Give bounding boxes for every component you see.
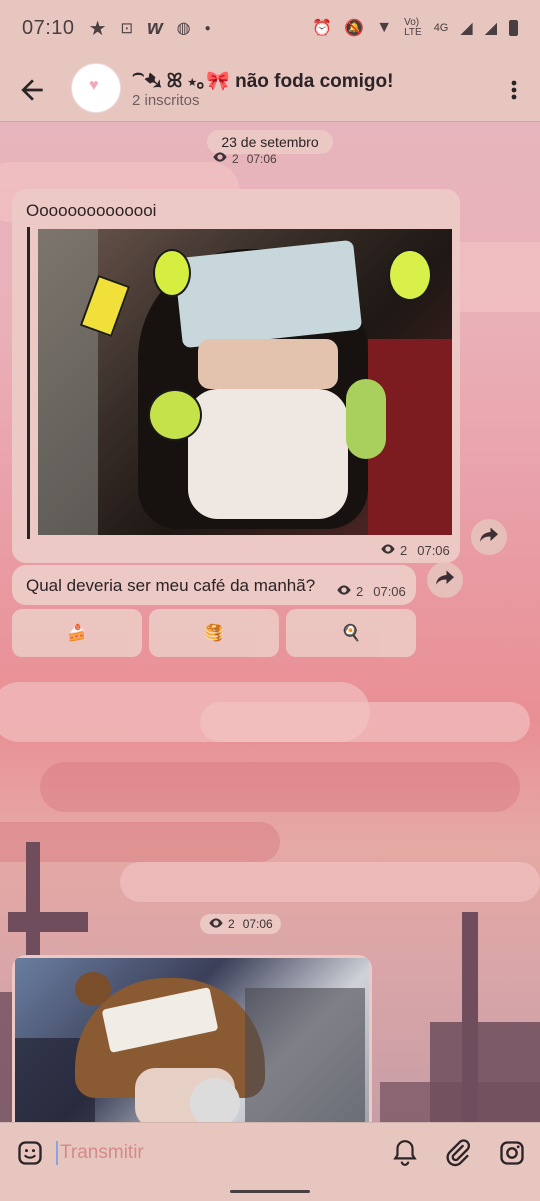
message-input[interactable]: Transmitir [56,1141,144,1165]
message-bubble[interactable]: Oooooooooooooi 2 07:06 [12,189,460,563]
message-text: Qual deveria ser meu café da manhã? [26,576,316,595]
status-time: 07:10 [22,16,75,39]
message-bubble[interactable] [12,955,372,1123]
bell-icon[interactable] [392,1139,418,1167]
alarm-icon: ⏰ [312,20,333,37]
reaction-button-cake[interactable]: 🍰 [12,609,142,657]
signal-icon: ◢ [460,20,473,37]
chat-notification-icon: ◍ [176,20,191,37]
instagram-icon[interactable] [498,1139,526,1167]
eye-icon [212,151,228,166]
share-button[interactable] [427,562,463,598]
sticker-icon[interactable] [16,1139,44,1167]
views-count: 2 [356,584,364,599]
channel-avatar[interactable] [72,64,120,112]
more-notifications-icon: ● [204,22,211,34]
w-app-icon: w [147,16,163,39]
share-arrow-icon [436,570,454,591]
mute-icon: 🔕 [344,20,365,37]
message-text: Oooooooooooooi [26,201,157,220]
views-count: 2 [232,151,239,166]
reaction-button-pancakes[interactable]: 🥞 [149,609,279,657]
channel-header: ⁀➷ ꕤ ⋆｡🎀 não foda comigo! 2 inscritos [0,56,540,122]
channel-title[interactable]: ⁀➷ ꕤ ⋆｡🎀 não foda comigo! [132,66,393,93]
post-time: 07:06 [242,917,273,931]
post1-meta: 2 07:06 [380,543,450,558]
battery-icon [509,20,518,36]
message-bubble[interactable]: Qual deveria ser meu café da manhã? 2 07… [12,565,416,605]
post3-meta: 2 07:06 [200,914,281,934]
post-time: 07:06 [246,151,277,166]
app-notification-icon: ⊡ [120,20,134,37]
star-icon: ★ [88,17,107,40]
eye-icon [208,917,224,932]
status-bar: 07:10 ★ ⊡ w ◍ ● ⏰ 🔕 ▼ Vo) LTE 4G ◢ ◢ [0,0,540,56]
top-views-row: 2 07:06 [212,151,277,166]
post-photo[interactable] [38,229,452,535]
subscriber-count: 2 inscritos [132,92,200,109]
paperclip-icon[interactable] [444,1139,472,1167]
post2-meta: 2 07:06 [336,584,406,599]
network-type: 4G [433,22,449,34]
eye-icon [336,584,352,599]
post-photo[interactable] [15,958,369,1123]
signal-icon-2: ◢ [484,20,497,37]
eye-icon [380,543,396,558]
reaction-button-egg[interactable]: 🍳 [286,609,416,657]
wifi-icon: ▼ [376,19,393,36]
arrow-left-icon[interactable] [16,74,48,106]
post-time: 07:06 [417,543,450,558]
share-button[interactable] [471,519,507,555]
post-time: 07:06 [373,584,406,599]
more-vert-icon[interactable] [502,74,526,106]
share-arrow-icon [480,527,498,548]
quote-bar [27,227,30,539]
gesture-nav-handle[interactable] [230,1190,310,1193]
volte-icon: Vo) LTE [404,17,422,38]
views-count: 2 [400,543,408,558]
views-count: 2 [228,917,235,931]
